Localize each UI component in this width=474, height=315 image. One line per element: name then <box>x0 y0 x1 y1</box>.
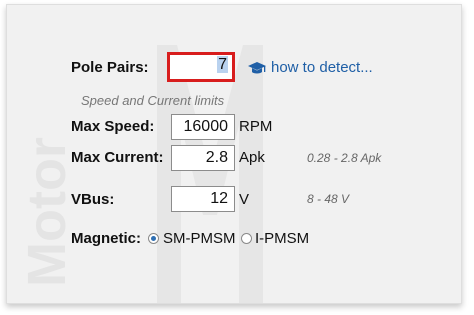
max-current-input[interactable]: 2.8 <box>171 145 235 171</box>
sm-pmsm-radio[interactable] <box>148 233 159 244</box>
how-to-detect-link[interactable]: how to detect... <box>247 59 373 76</box>
max-speed-input[interactable]: 16000 <box>171 114 235 140</box>
magnetic-option-sm-pmsm[interactable]: SM-PMSM <box>148 230 236 248</box>
how-to-detect-text: how to detect... <box>271 59 373 76</box>
vbus-label: VBus: <box>71 191 115 208</box>
i-pmsm-radio[interactable] <box>241 233 252 244</box>
magnetic-option-i-pmsm[interactable]: I-PMSM <box>241 230 317 248</box>
vbus-input[interactable]: 12 <box>171 186 235 212</box>
vbus-range: 8 - 48 V <box>307 192 350 206</box>
pole-pairs-value: 7 <box>217 56 228 73</box>
max-speed-label: Max Speed: <box>71 118 155 135</box>
max-current-range: 0.28 - 2.8 Apk <box>307 151 382 165</box>
watermark-text: Motor <box>17 137 77 287</box>
motor-settings-panel: Motor Pole Pairs: 7 how to detect... Spe… <box>6 4 462 304</box>
magnetic-label: Magnetic: <box>71 230 142 247</box>
max-current-unit: Apk <box>239 149 265 166</box>
speed-current-heading: Speed and Current limits <box>81 93 225 108</box>
sm-pmsm-label: SM-PMSM <box>163 230 236 247</box>
pole-pairs-label: Pole Pairs: <box>71 59 149 76</box>
pole-pairs-input[interactable]: 7 <box>167 52 235 82</box>
vbus-unit: V <box>239 191 250 208</box>
max-current-label: Max Current: <box>71 149 164 166</box>
i-pmsm-label: I-PMSM <box>255 230 310 247</box>
graduation-cap-icon <box>248 61 266 73</box>
max-speed-unit: RPM <box>239 118 273 135</box>
